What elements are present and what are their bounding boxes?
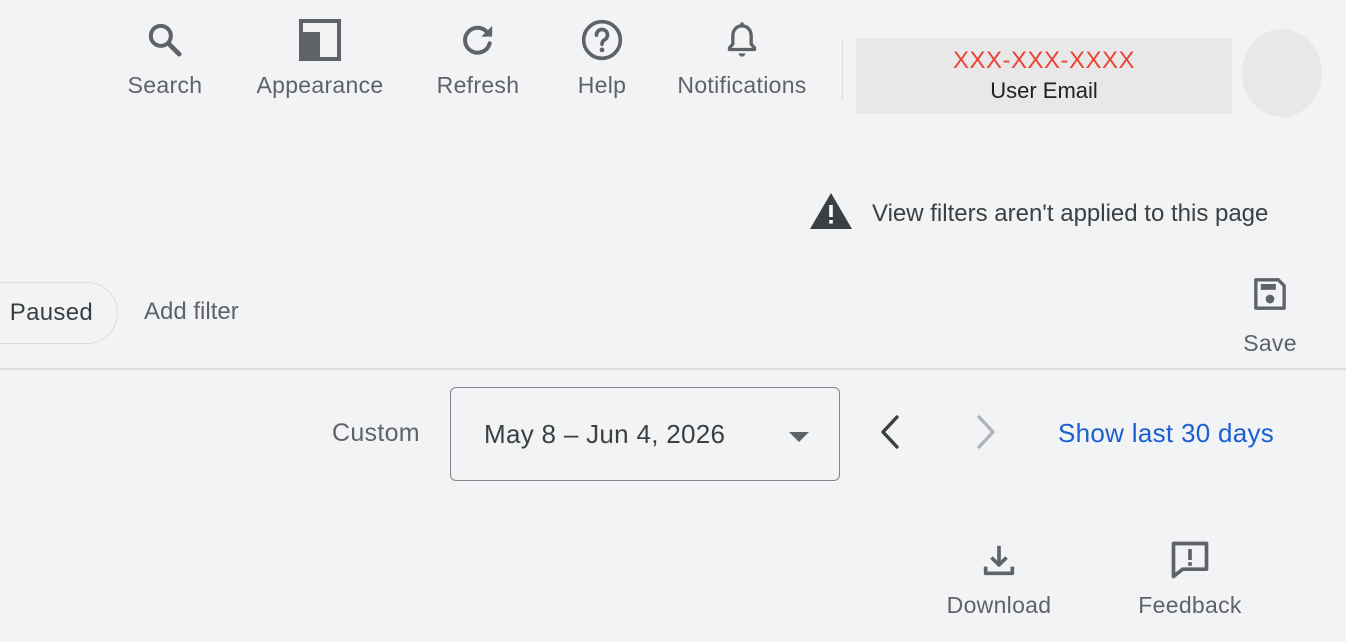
add-filter-button[interactable]: Add filter bbox=[144, 298, 239, 326]
account-switcher[interactable]: XXX-XXX-XXXX User Email bbox=[856, 38, 1232, 114]
account-phone: XXX-XXX-XXXX bbox=[952, 47, 1136, 74]
help-label: Help bbox=[577, 72, 627, 98]
avatar[interactable] bbox=[1242, 29, 1322, 117]
date-preset-label: Custom bbox=[332, 419, 420, 447]
appearance-icon bbox=[298, 18, 342, 62]
refresh-button[interactable]: Refresh bbox=[430, 18, 526, 99]
search-icon bbox=[143, 18, 187, 62]
save-label: Save bbox=[1243, 330, 1297, 356]
filter-chip-label: Paused bbox=[9, 299, 93, 326]
save-button[interactable]: Save bbox=[1234, 272, 1306, 357]
search-button[interactable]: Search bbox=[120, 18, 210, 99]
help-icon bbox=[580, 18, 624, 62]
notifications-label: Notifications bbox=[677, 72, 807, 98]
section-divider bbox=[0, 368, 1346, 370]
notifications-button[interactable]: Notifications bbox=[664, 18, 820, 99]
date-range-value: May 8 – Jun 4, 2026 bbox=[484, 419, 726, 449]
toolbar-divider bbox=[842, 38, 843, 100]
date-range-select[interactable]: May 8 – Jun 4, 2026 bbox=[450, 387, 840, 481]
filter-chip-paused[interactable]: Paused bbox=[0, 282, 118, 344]
feedback-label: Feedback bbox=[1138, 592, 1242, 618]
caret-down-icon bbox=[789, 430, 809, 448]
download-button[interactable]: Download bbox=[940, 538, 1058, 619]
save-icon bbox=[1248, 272, 1292, 316]
download-icon bbox=[977, 538, 1021, 582]
filters-warning: View filters aren't applied to this page bbox=[808, 191, 1268, 236]
search-label: Search bbox=[127, 72, 203, 98]
chevron-left-icon bbox=[877, 414, 903, 455]
account-email: User Email bbox=[990, 78, 1098, 103]
bell-icon bbox=[720, 18, 764, 62]
chevron-right-icon bbox=[973, 414, 999, 455]
warning-icon bbox=[808, 191, 854, 236]
feedback-icon bbox=[1168, 538, 1212, 582]
help-button[interactable]: Help bbox=[570, 18, 634, 99]
feedback-button[interactable]: Feedback bbox=[1130, 538, 1250, 619]
refresh-label: Refresh bbox=[436, 72, 520, 98]
next-period-button[interactable] bbox=[966, 412, 1006, 456]
warning-text: View filters aren't applied to this page bbox=[872, 199, 1269, 227]
appearance-button[interactable]: Appearance bbox=[248, 18, 392, 99]
download-label: Download bbox=[946, 592, 1052, 618]
refresh-icon bbox=[456, 18, 500, 62]
appearance-label: Appearance bbox=[256, 72, 384, 98]
show-last-30-days-link[interactable]: Show last 30 days bbox=[1058, 418, 1274, 449]
previous-period-button[interactable] bbox=[870, 412, 910, 456]
